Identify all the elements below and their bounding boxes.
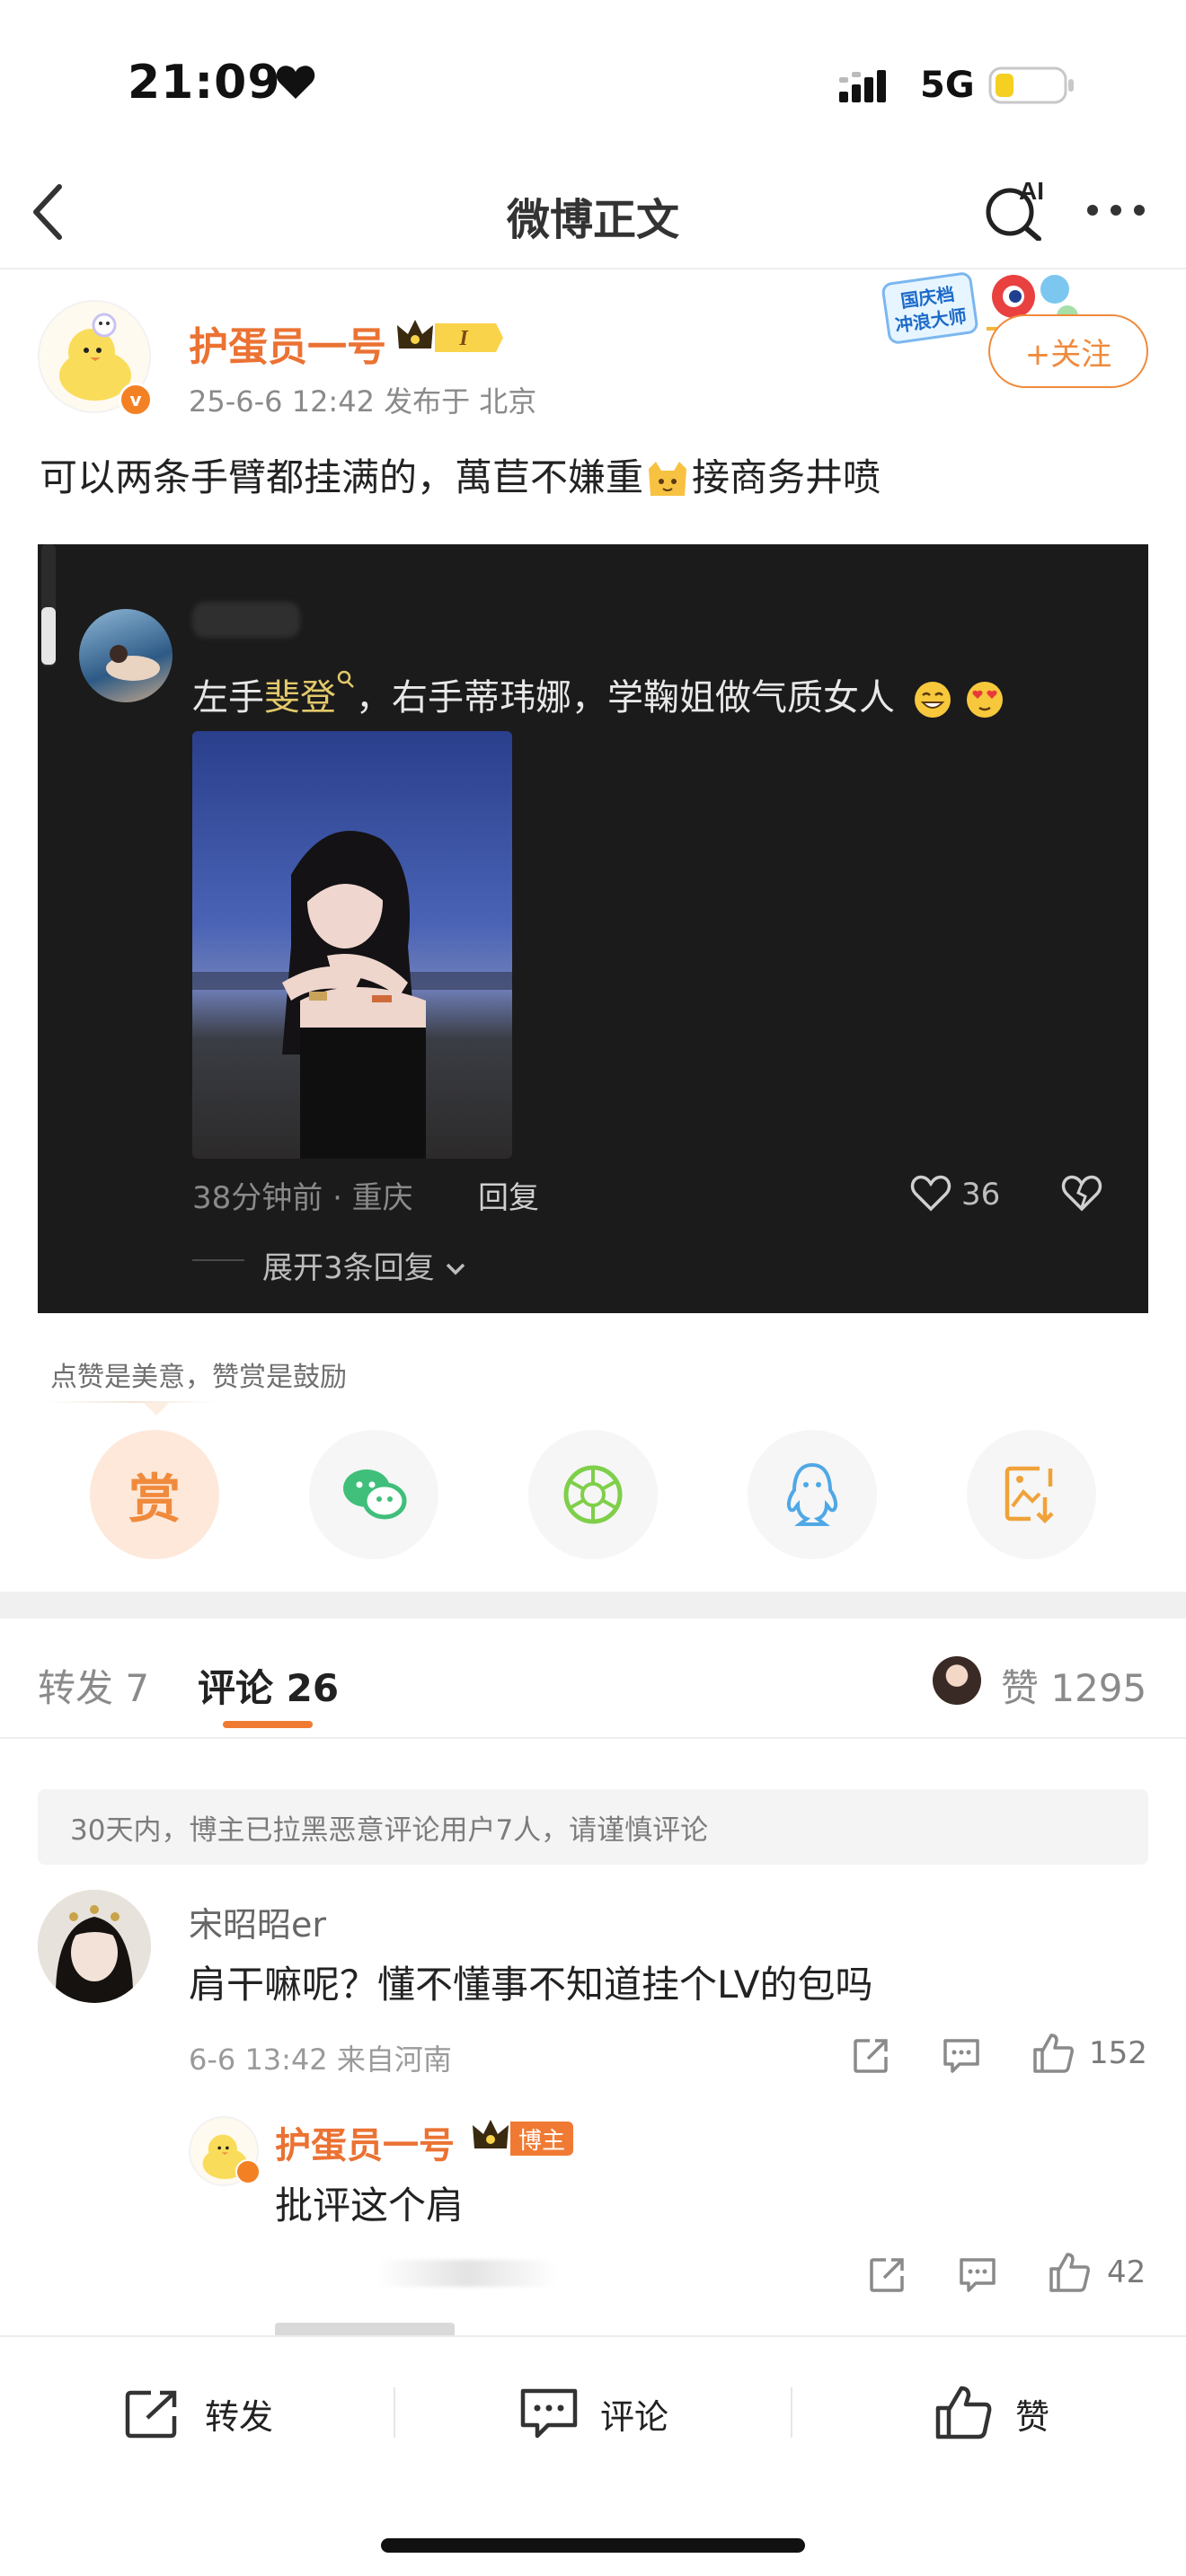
embed-user-avatar (79, 609, 173, 702)
share-icon[interactable] (850, 2033, 893, 2077)
moments-icon (563, 1465, 623, 1524)
post-text: 可以两条手臂都挂满的，萬苣不嫌重 接商务井喷 (40, 447, 881, 502)
like-icon (935, 2386, 992, 2439)
share-wechat-button[interactable] (309, 1430, 438, 1559)
embed-scroll-thumb (41, 607, 56, 665)
tab-likes[interactable]: 赞 1295 (1001, 1658, 1146, 1713)
liker-avatar (933, 1656, 981, 1705)
embed-text-suffix: ，右手蒂玮娜，学鞠姐做气质女人 (356, 677, 895, 719)
verified-badge: v (119, 383, 153, 417)
comment-like-count: 152 (1089, 2035, 1147, 2071)
portrait-photo (192, 831, 512, 1159)
more-icon[interactable] (1085, 203, 1146, 217)
reply-icon[interactable] (956, 2254, 999, 2294)
cat-emoji-icon (649, 461, 687, 496)
embed-like-count: 36 (961, 1177, 1001, 1213)
embed-text-prefix: 左手 (192, 677, 264, 719)
chevron-down-icon (447, 1263, 465, 1275)
repost-icon (125, 2390, 177, 2439)
tab-repost[interactable]: 转发 7 (38, 1658, 149, 1713)
reply-icon[interactable] (940, 2035, 983, 2075)
commenter-name[interactable]: 宋昭昭er (189, 1897, 326, 1946)
tabs-divider (0, 1737, 1186, 1739)
post-text-before: 可以两条手臂都挂满的，萬苣不嫌重 (40, 455, 644, 499)
wechat-icon (343, 1469, 407, 1520)
expand-replies-button[interactable]: 展开3条回复 (262, 1243, 467, 1287)
embed-avatar-photo (106, 645, 160, 681)
bottom-separator (394, 2387, 395, 2438)
heart-icon (276, 66, 315, 99)
section-gap (0, 1592, 1186, 1619)
crown-level: I (458, 327, 469, 350)
expand-label: 展开3条回复 (262, 1250, 435, 1286)
battery-icon (988, 66, 1074, 104)
save-image-button[interactable] (967, 1430, 1096, 1559)
reply-verified-badge (235, 2159, 261, 2184)
bottom-separator (791, 2387, 792, 2438)
comment-notice: 30天内，博主已拉黑恶意评论用户7人，请谨慎评论 (38, 1789, 1148, 1865)
like-button[interactable]: 赞 (934, 2382, 1049, 2445)
share-icon[interactable] (866, 2253, 909, 2296)
post-meta: 25-6-6 12:42 发布于 北京 (189, 384, 537, 419)
search-icon (337, 670, 354, 688)
signal-icon (839, 70, 886, 102)
comment-label: 评论 (600, 2396, 669, 2437)
blurred-meta (377, 2260, 557, 2287)
save-image-icon (1005, 1466, 1054, 1524)
like-label: 赞 (1015, 2396, 1050, 2437)
embed-timestamp: 38分钟前 · 重庆 (192, 1180, 413, 1216)
grin-emoji-icon (914, 682, 951, 718)
reward-tip: 点赞是美意，赞赏是鼓励 (50, 1362, 347, 1393)
comment-meta: 6-6 13:42 来自河南 (189, 2042, 452, 2077)
comment-text: 肩干嘛呢？懂不懂事不知道挂个LV的包吗 (189, 1963, 873, 2007)
commenter-avatar[interactable] (38, 1890, 151, 2003)
repost-label: 转发 (205, 2396, 274, 2437)
tip-arrow (144, 1403, 169, 1416)
commenter-photo (38, 1890, 151, 2003)
embed-photo[interactable] (192, 731, 512, 1159)
embed-comment-text: 左手斐登 ，右手蒂玮娜，学鞠姐做气质女人 (192, 668, 1005, 720)
tip-underline (47, 1401, 217, 1403)
comment-icon (520, 2388, 578, 2439)
like-icon[interactable] (1046, 2249, 1093, 2296)
share-moments-button[interactable] (528, 1430, 658, 1559)
ai-search-icon[interactable]: AI (983, 176, 1053, 241)
blurred-username (192, 602, 300, 638)
tab-comment[interactable]: 评论 26 (198, 1658, 339, 1713)
reply-author-name[interactable]: 护蛋员一号 (275, 2116, 455, 2168)
heart-outline-icon[interactable] (909, 1173, 952, 1213)
author-name[interactable]: 护蛋员一号 (189, 314, 386, 372)
heart-eyes-emoji-icon (967, 682, 1004, 718)
embedded-screenshot[interactable]: 左手斐登 ，右手蒂玮娜，学鞠姐做气质女人 38分钟前 · 重庆 回复 36 展开3… (38, 544, 1148, 1313)
follow-button[interactable]: +关注 (988, 314, 1148, 388)
post-text-after: 接商务井喷 (692, 455, 881, 499)
tab-active-indicator (223, 1721, 313, 1728)
crown-icon (473, 2120, 509, 2148)
reply-text: 批评这个肩 (275, 2183, 465, 2228)
crown-level-badge: I (397, 320, 503, 352)
broken-heart-icon[interactable] (1060, 1173, 1103, 1213)
network-label: 5G (920, 65, 975, 106)
embed-reply-button[interactable]: 回复 (478, 1173, 539, 1217)
brand-highlight: 斐登 (264, 677, 336, 719)
status-time: 21:09 (128, 56, 281, 110)
ai-label: AI (1019, 177, 1044, 205)
expand-divider (192, 1259, 244, 1261)
like-icon[interactable] (1030, 2030, 1076, 2077)
share-qq-button[interactable] (748, 1430, 877, 1559)
repost-button[interactable]: 转发 (124, 2382, 273, 2445)
home-indicator[interactable] (381, 2538, 805, 2553)
reply-like-count: 42 (1107, 2254, 1146, 2290)
comment-button[interactable]: 评论 (519, 2382, 668, 2445)
qq-icon (786, 1462, 838, 1526)
author-tag: 博主 (510, 2122, 573, 2156)
reward-button[interactable]: 赏 (90, 1430, 219, 1559)
